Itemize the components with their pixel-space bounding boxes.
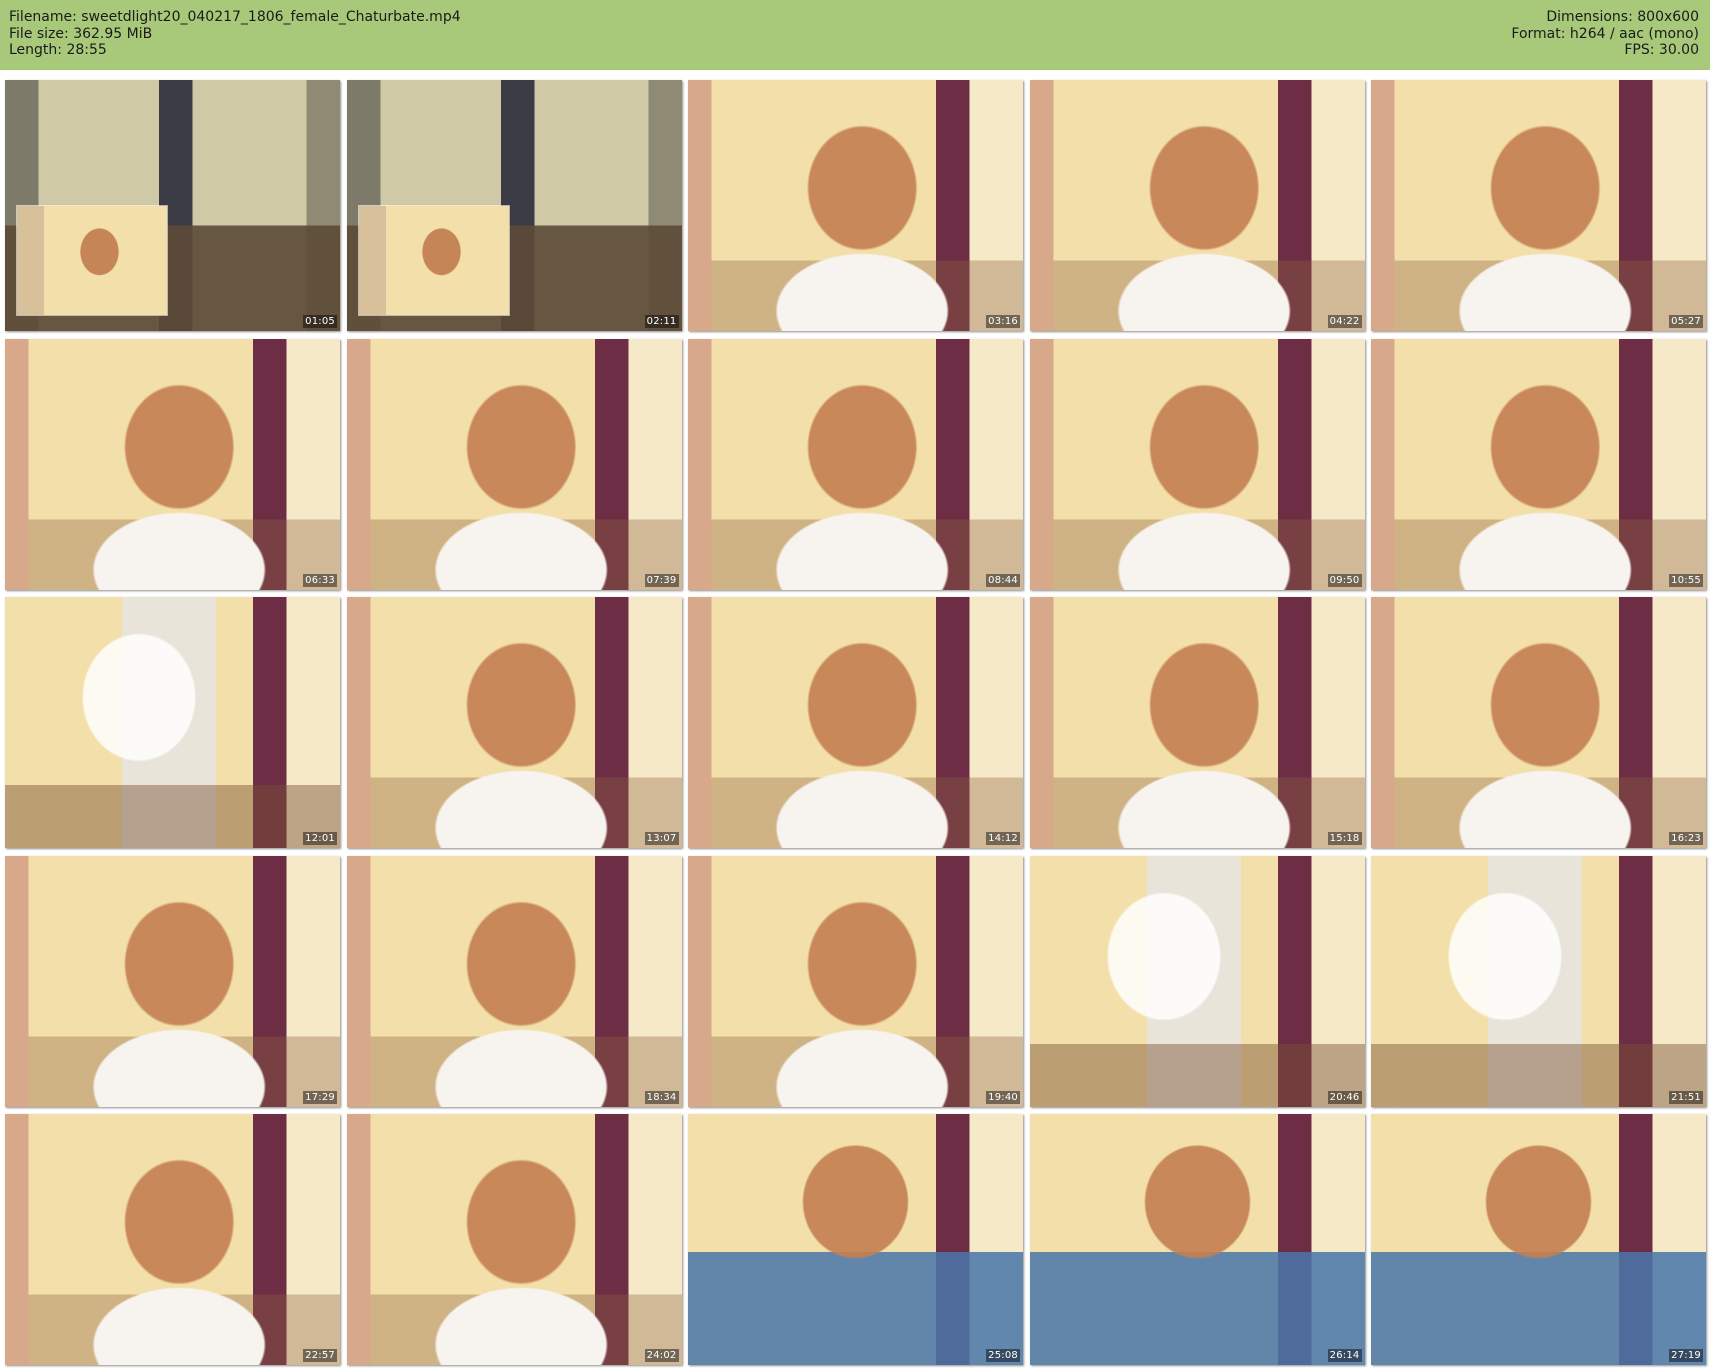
picture-in-picture-inset [17,206,167,315]
video-thumbnail: 16:23 [1371,597,1706,848]
video-thumbnail: 12:01 [5,597,340,848]
video-thumbnail: 04:22 [1029,80,1365,331]
timestamp-label: 16:23 [1669,832,1703,845]
timestamp-label: 10:55 [1669,573,1703,587]
picture-in-picture-inset [358,206,509,315]
timestamp-label: 20:46 [1327,1090,1362,1104]
timestamp-label: 15:18 [1327,832,1362,845]
timestamp-label: 07:39 [644,573,679,587]
file-info: Filename: sweetdlight20_040217_1806_fema… [9,9,461,59]
video-thumbnail: 03:16 [688,80,1023,331]
timestamp-label: 17:29 [303,1090,337,1104]
video-thumbnail: 18:34 [346,855,682,1107]
timestamp-label: 03:16 [986,315,1020,328]
timestamp-label: 26:14 [1327,1349,1362,1362]
video-thumbnail: 08:44 [688,338,1023,590]
video-thumbnail: 17:29 [5,855,340,1107]
video-thumbnail: 20:46 [1029,855,1365,1107]
timestamp-label: 22:57 [303,1349,337,1362]
video-thumbnail: 05:27 [1371,80,1706,331]
timestamp-label: 25:08 [986,1349,1020,1362]
fps-text: FPS: 30.00 [1624,42,1699,58]
video-thumbnail: 22:57 [5,1114,340,1365]
video-thumbnail: 14:12 [688,597,1023,848]
timestamp-label: 01:05 [303,315,337,328]
timestamp-label: 18:34 [644,1090,679,1104]
video-thumbnail: 10:55 [1371,338,1706,590]
video-thumbnail: 27:19 [1371,1114,1706,1365]
video-thumbnail: 19:40 [688,855,1023,1107]
video-thumbnail: 15:18 [1029,597,1365,848]
video-thumbnail: 01:05 [5,80,340,331]
timestamp-label: 12:01 [303,832,337,845]
filename-text: Filename: sweetdlight20_040217_1806_fema… [9,9,461,25]
video-thumbnail: 02:11 [346,80,682,331]
timestamp-label: 14:12 [986,832,1020,845]
length-text: Length: 28:55 [9,42,107,58]
timestamp-label: 09:50 [1327,573,1362,587]
thumbnail-grid: 01:05 02:11 03:16 04:22 05:27 06:33 07:39 08:44… [5,80,1706,1365]
timestamp-label: 19:40 [986,1090,1020,1104]
video-thumbnail: 25:08 [688,1114,1023,1365]
timestamp-label: 24:02 [644,1349,679,1362]
video-thumbnail: 26:14 [1029,1114,1365,1365]
info-header: Filename: sweetdlight20_040217_1806_fema… [0,0,1710,70]
timestamp-label: 27:19 [1669,1349,1703,1362]
media-info: Dimensions: 800x600 Format: h264 / aac (… [1511,9,1699,59]
timestamp-label: 06:33 [303,573,337,587]
timestamp-label: 21:51 [1669,1090,1703,1104]
filesize-text: File size: 362.95 MiB [9,25,153,42]
format-text: Format: h264 / aac (mono) [1511,25,1699,42]
timestamp-label: 13:07 [644,832,679,845]
timestamp-label: 04:22 [1327,315,1362,328]
video-thumbnail: 07:39 [346,338,682,590]
video-thumbnail: 24:02 [346,1114,682,1365]
video-thumbnail: 13:07 [346,597,682,848]
timestamp-label: 02:11 [644,315,679,328]
video-thumbnail: 09:50 [1029,338,1365,590]
video-thumbnail: 06:33 [5,338,340,590]
timestamp-label: 08:44 [986,573,1020,587]
dimensions-text: Dimensions: 800x600 [1546,9,1699,25]
video-thumbnail: 21:51 [1371,855,1706,1107]
timestamp-label: 05:27 [1669,315,1703,328]
